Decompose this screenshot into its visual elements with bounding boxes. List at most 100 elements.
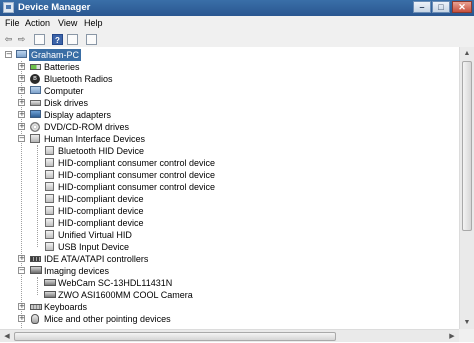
tree-item-label: Human Interface Devices <box>44 134 146 144</box>
menu-action[interactable]: Action <box>25 18 50 28</box>
tree-item-hid-compliant-device[interactable]: HID-compliant device <box>0 217 459 229</box>
tree-item-hid-compliant-device[interactable]: HID-compliant device <box>0 205 459 217</box>
scroll-down-icon[interactable]: ▼ <box>460 316 474 329</box>
tree-item-label: Computer <box>44 86 84 96</box>
tree-item-unified-virtual-hid[interactable]: Unified Virtual HID <box>0 229 459 241</box>
close-button[interactable]: ✕ <box>452 1 472 13</box>
tree-item-label: Display adapters <box>44 110 112 120</box>
tree-item-webcam[interactable]: WebCam SC-13HDL11431N <box>0 277 459 289</box>
maximize-button[interactable]: □ <box>432 1 450 13</box>
tree-item-computer[interactable]: + Computer <box>0 85 459 97</box>
expand-icon[interactable]: + <box>18 87 25 94</box>
back-arrow-icon[interactable]: ⇦ <box>3 34 14 45</box>
tree-item-hid-compliant-device[interactable]: HID-compliant device <box>0 193 459 205</box>
menu-bar: File Action View Help <box>0 16 474 32</box>
collapse-icon[interactable]: − <box>18 135 25 142</box>
expand-icon[interactable]: + <box>18 303 25 310</box>
tree-item-label: HID-compliant consumer control device <box>58 158 216 168</box>
expand-icon[interactable]: + <box>18 255 25 262</box>
tree-item-label: Unified Virtual HID <box>58 230 132 240</box>
tree-item-label: Bluetooth HID Device <box>58 146 145 156</box>
webcam-icon <box>44 279 56 286</box>
disk-drive-icon <box>30 100 41 106</box>
expand-icon[interactable]: + <box>18 123 25 130</box>
update-driver-icon[interactable] <box>67 34 78 45</box>
expand-icon[interactable]: + <box>18 63 25 70</box>
device-manager-icon <box>3 2 14 13</box>
hid-device-icon <box>45 146 54 155</box>
computer-icon <box>30 86 41 94</box>
tree-item-label: Imaging devices <box>44 266 110 276</box>
tree-item-label: HID-compliant consumer control device <box>58 170 216 180</box>
horizontal-scroll-thumb[interactable] <box>14 332 336 341</box>
tree-item-keyboards[interactable]: + Keyboards <box>0 301 459 313</box>
hid-device-icon <box>45 194 54 203</box>
menu-help[interactable]: Help <box>84 18 103 28</box>
tree-item-label: Mice and other pointing devices <box>44 314 171 324</box>
vertical-scrollbar[interactable]: ▲ ▼ <box>459 47 474 329</box>
dvd-drive-icon <box>30 122 40 132</box>
keyboard-icon <box>30 304 42 310</box>
hid-device-icon <box>45 182 54 191</box>
battery-icon <box>30 64 41 70</box>
menu-file[interactable]: File <box>5 18 20 28</box>
expand-icon[interactable]: + <box>18 111 25 118</box>
tree-item-disk-drives[interactable]: + Disk drives <box>0 97 459 109</box>
scroll-right-icon[interactable]: ▶ <box>445 330 459 343</box>
hid-device-icon <box>45 230 54 239</box>
window-title: Device Manager <box>18 2 91 13</box>
tree-root[interactable]: − Graham-PC <box>0 49 459 61</box>
bluetooth-icon: ʙ <box>30 74 40 84</box>
scan-hardware-icon[interactable] <box>86 34 97 45</box>
hid-device-icon <box>45 218 54 227</box>
tree-item-hid-consumer-control-device[interactable]: HID-compliant consumer control device <box>0 157 459 169</box>
tree-item-label: Keyboards <box>44 302 88 312</box>
tree-item-bluetooth-hid-device[interactable]: Bluetooth HID Device <box>0 145 459 157</box>
hid-device-icon <box>45 242 54 251</box>
tree-item-batteries[interactable]: + Batteries <box>0 61 459 73</box>
tree-item-display-adapters[interactable]: + Display adapters <box>0 109 459 121</box>
tree-item-hid-consumer-control-device[interactable]: HID-compliant consumer control device <box>0 181 459 193</box>
ide-controller-icon <box>30 256 41 262</box>
hid-device-icon <box>45 170 54 179</box>
mouse-icon <box>31 314 39 324</box>
minimize-button[interactable]: – <box>413 1 431 13</box>
tree-root-label: Graham-PC <box>29 49 82 61</box>
collapse-icon[interactable]: − <box>18 267 25 274</box>
tree-item-dvd-cd-rom-drives[interactable]: + DVD/CD-ROM drives <box>0 121 459 133</box>
title-bar: Device Manager – □ ✕ <box>0 0 474 16</box>
horizontal-scrollbar[interactable]: ◀ ▶ <box>0 329 459 342</box>
tree-item-human-interface-devices[interactable]: − Human Interface Devices <box>0 133 459 145</box>
properties-icon[interactable] <box>34 34 45 45</box>
menu-view[interactable]: View <box>58 18 77 28</box>
collapse-icon[interactable]: − <box>5 51 12 58</box>
scrollbar-corner <box>459 329 474 342</box>
forward-arrow-icon[interactable]: ⇨ <box>16 34 27 45</box>
toolbar: ⇦ ⇨ ? <box>0 32 474 48</box>
tree-item-label: HID-compliant device <box>58 218 144 228</box>
tree-item-label: HID-compliant device <box>58 206 144 216</box>
tree-item-mice[interactable]: + Mice and other pointing devices <box>0 313 459 325</box>
expand-icon[interactable]: + <box>18 315 25 322</box>
tree-item-hid-consumer-control-device[interactable]: HID-compliant consumer control device <box>0 169 459 181</box>
expand-icon[interactable]: + <box>18 75 25 82</box>
tree-item-ide-ata-atapi-controllers[interactable]: + IDE ATA/ATAPI controllers <box>0 253 459 265</box>
imaging-device-icon <box>30 266 42 274</box>
tree-item-zwo-camera[interactable]: ZWO ASI1600MM COOL Camera <box>0 289 459 301</box>
tree-item-label: USB Input Device <box>58 242 130 252</box>
computer-icon <box>16 50 27 58</box>
help-icon[interactable]: ? <box>52 34 63 45</box>
tree-item-label: DVD/CD-ROM drives <box>44 122 130 132</box>
tree-item-label: Batteries <box>44 62 80 72</box>
expand-icon[interactable]: + <box>18 99 25 106</box>
scroll-up-icon[interactable]: ▲ <box>460 47 474 60</box>
tree-item-label: Disk drives <box>44 98 89 108</box>
tree-item-label: IDE ATA/ATAPI controllers <box>44 254 149 264</box>
tree-item-label: HID-compliant device <box>58 194 144 204</box>
tree-item-label: Bluetooth Radios <box>44 74 113 84</box>
tree-item-usb-input-device[interactable]: USB Input Device <box>0 241 459 253</box>
tree-item-bluetooth-radios[interactable]: + ʙ Bluetooth Radios <box>0 73 459 85</box>
tree-item-imaging-devices[interactable]: − Imaging devices <box>0 265 459 277</box>
vertical-scroll-thumb[interactable] <box>462 61 472 231</box>
scroll-left-icon[interactable]: ◀ <box>0 330 14 343</box>
